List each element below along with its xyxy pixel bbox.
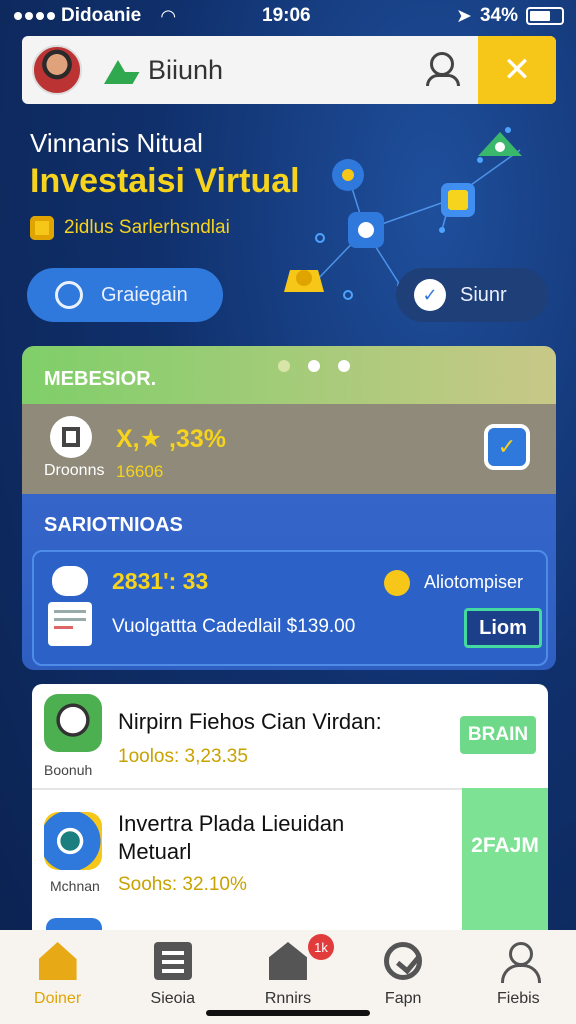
wifi-icon: ◠ — [161, 5, 176, 26]
list-item[interactable]: Mchnan Invertra Plada Lieuidan Metuarl S… — [32, 802, 548, 916]
battery-icon — [526, 7, 564, 25]
investment-list: Boonuh Nirpirn Fiehos Cian Virdan: 1oolo… — [32, 684, 548, 934]
verified-badge-icon[interactable]: ✓ — [484, 424, 530, 470]
item-value: Soohs: 32.10% — [118, 874, 247, 895]
secondary-action-button[interactable]: ✓ Siunr — [396, 268, 548, 322]
card-header: MEBESIOR. — [22, 346, 556, 404]
item-value: 1oolos: 3,23.35 — [118, 746, 248, 767]
close-icon: ✕ — [502, 51, 532, 89]
notification-badge: 1k — [308, 934, 334, 960]
item-action-button[interactable]: BRAIN — [460, 716, 536, 754]
primary-button-label: Graiegain — [101, 283, 188, 306]
coin-icon — [30, 216, 54, 240]
leaf-icon — [55, 281, 83, 309]
avatar[interactable] — [32, 45, 82, 95]
signal-icon — [14, 12, 55, 20]
hero-subtitle: Vinnanis Nitual — [30, 128, 203, 158]
profile-icon — [499, 942, 542, 983]
card-header-title: MEBESIOR. — [44, 368, 157, 390]
battery-percent: 34% — [479, 5, 518, 26]
list-item[interactable]: Boonuh Nirpirn Fiehos Cian Virdan: 1oolo… — [32, 684, 548, 798]
brand-name: Biiunh — [148, 54, 224, 85]
home-icon — [38, 942, 77, 980]
home-indicator[interactable] — [206, 1010, 370, 1016]
close-button[interactable]: ✕ — [478, 36, 556, 104]
section-title: SARIOTNIOAS — [44, 514, 183, 536]
status-time: 19:06 — [262, 5, 311, 26]
tab-profile[interactable]: Fiebis — [461, 930, 576, 1024]
tab-label: Doiner — [34, 990, 82, 1007]
metric-sub-value: 16606 — [116, 462, 164, 481]
chart-icon — [384, 942, 423, 980]
tab-home[interactable]: Doiner — [0, 930, 115, 1024]
transaction-meta: Aliotompiser — [424, 572, 524, 592]
tab-label: Rnnirs — [264, 990, 312, 1007]
transaction-description: Vuolgattta Cadedlail $139.00 — [112, 616, 356, 637]
carousel-dots[interactable] — [278, 360, 350, 372]
location-icon: ➤ — [456, 5, 472, 27]
hero-tagline: 2idlus Sarlerhsndlai — [30, 216, 230, 240]
profile-search-icon[interactable] — [426, 52, 460, 86]
brand-logo-icon — [104, 56, 138, 84]
transaction-action-button[interactable]: Liom — [464, 608, 542, 648]
check-circle-icon: ✓ — [414, 279, 446, 311]
carrier-name: Didoanie — [61, 5, 142, 26]
secondary-button-label: Siunr — [460, 283, 507, 306]
item-icon-caption: Mchnan — [50, 878, 100, 894]
transaction-amount: 2831': 33 — [112, 568, 209, 594]
tab-label: Fiebis — [497, 990, 540, 1007]
top-bar: Biiunh ✕ — [22, 36, 556, 104]
document-icon — [48, 602, 92, 646]
overview-card: MEBESIOR. X,★ ,33% Droonns 16606 ✓ SARIO… — [22, 346, 556, 670]
character-app-icon — [44, 694, 102, 752]
chat-icon — [52, 566, 88, 596]
list-divider — [32, 788, 462, 790]
store-icon — [268, 942, 307, 980]
item-title: Invertra Plada Lieuidan Metuarl — [118, 811, 345, 864]
invest-app-icon — [44, 812, 102, 870]
list-icon — [153, 942, 192, 980]
primary-action-button[interactable]: Graiegain — [27, 268, 223, 322]
metric-value: X,★ ,33% — [116, 425, 226, 453]
metric-label: Droonns — [44, 462, 105, 479]
status-bar: Didoanie ◠ 19:06 ➤ 34% — [0, 0, 576, 32]
tab-label: Sieoia — [150, 990, 196, 1007]
tagline-text: 2idlus Sarlerhsndlai — [64, 217, 230, 238]
hexagon-icon — [50, 416, 92, 458]
moon-icon — [384, 570, 410, 596]
metrics-row: X,★ ,33% Droonns 16606 ✓ — [22, 404, 556, 494]
item-title: Nirpirn Fiehos Cian Virdan: — [118, 709, 382, 734]
hero-title: Investaisi Virtual — [30, 162, 300, 200]
transaction-panel: 2831': 33 Vuolgattta Cadedlail $139.00 A… — [32, 550, 548, 666]
tab-label: Fapn — [384, 990, 422, 1007]
item-icon-caption: Boonuh — [44, 762, 93, 778]
